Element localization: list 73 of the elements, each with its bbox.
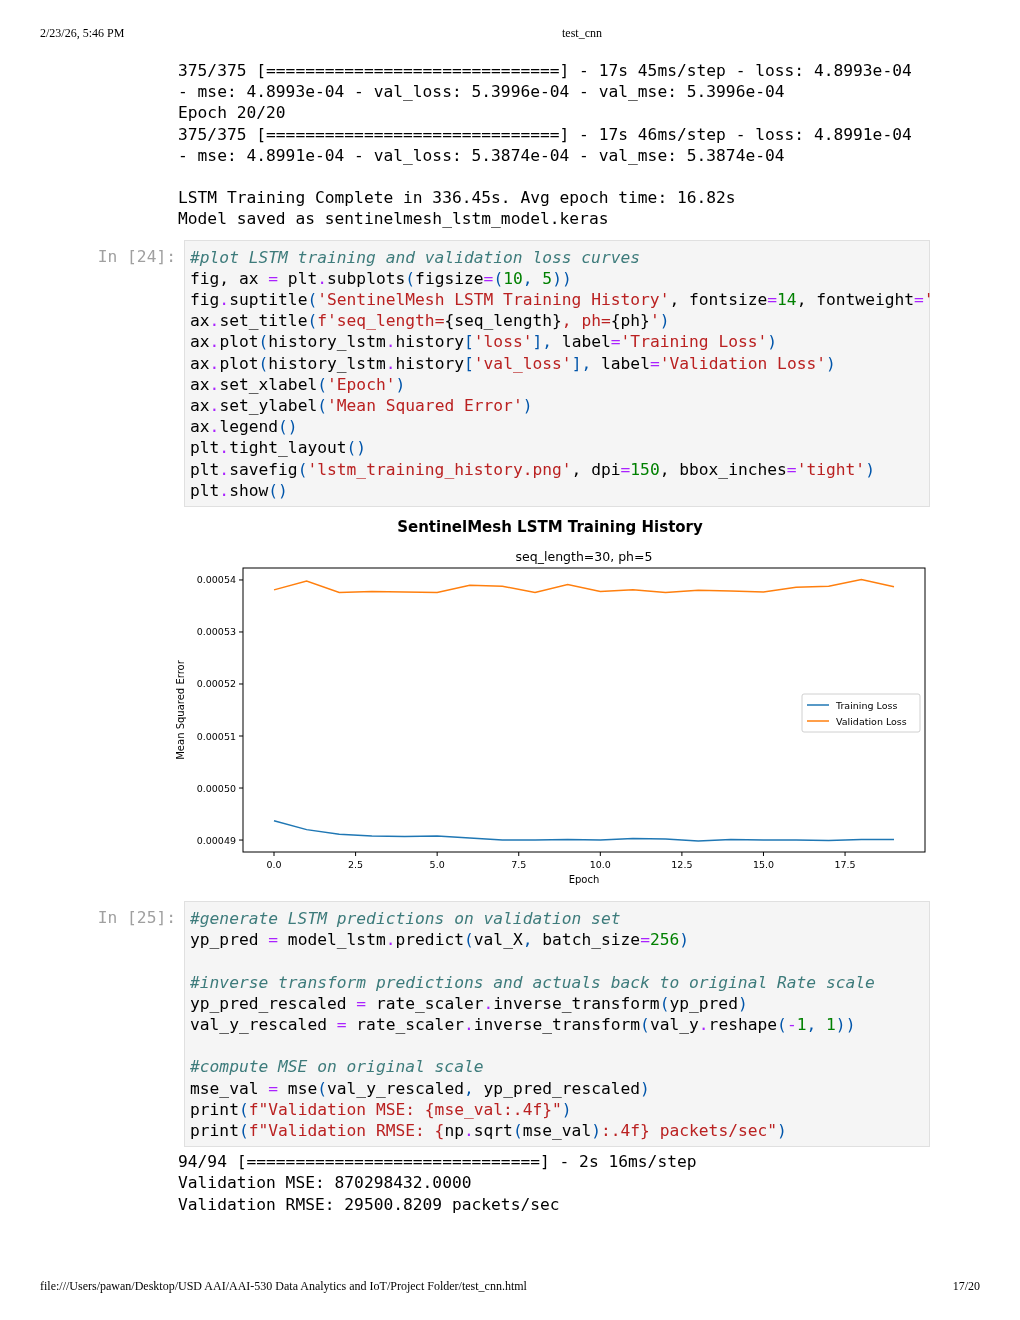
code-line: fig.suptitle('SentinelMesh LSTM Training History', fontsize=14, fontweight=' <box>190 289 934 311</box>
page-title: test_cnn <box>562 26 602 42</box>
output-line: - mse: 4.8991e-04 - val_loss: 5.3874e-04 - val_mse: 5.3874e-04 <box>178 144 785 166</box>
code-line: mse_val = mse(val_y_rescaled, yp_pred_rescaled) <box>190 1077 650 1099</box>
code-line: print(f"Validation MSE: {mse_val:.4f}") <box>190 1098 572 1121</box>
output-line: LSTM Training Complete in 336.45s. Avg epoch time: 16.82s <box>178 187 736 209</box>
code-line: #plot LSTM training and validation loss curves <box>190 246 641 268</box>
tick-label: 0.00050 <box>196 782 236 794</box>
code-line: yp_pred_rescaled = rate_scaler.inverse_transform(yp_pred) <box>190 992 748 1015</box>
output-line: Validation MSE: 870298432.0000 <box>178 1172 472 1194</box>
tick-label: 0.00053 <box>196 626 236 638</box>
tick-label: 5.0 <box>429 859 445 871</box>
code-line: ax.legend() <box>190 416 298 438</box>
output-line: Model saved as sentinelmesh_lstm_model.keras <box>178 208 609 230</box>
tick-mark <box>238 579 244 581</box>
tick-label: 0.00054 <box>196 574 236 586</box>
code-line: plt.show() <box>190 479 288 502</box>
tick-mark <box>844 851 846 857</box>
tick-label: 10.0 <box>589 859 611 871</box>
cell-prompt: In [25]: <box>97 907 176 929</box>
legend-label: Validation Loss <box>836 715 907 727</box>
tick-mark <box>238 683 244 685</box>
axis-label: Mean Squared Error <box>175 660 186 760</box>
tick-mark <box>238 735 244 737</box>
tick-mark <box>238 839 244 841</box>
tick-label: 0.00052 <box>196 678 236 690</box>
tick-mark <box>238 631 244 633</box>
tick-label: 12.5 <box>671 859 693 871</box>
legend-label: Training Loss <box>836 699 898 711</box>
code-line: ax.set_xlabel('Epoch') <box>190 373 406 396</box>
code-line: yp_pred = model_lstm.predict(val_X, batch_size=256) <box>190 929 690 951</box>
tick-label: 15.0 <box>752 859 775 871</box>
code-cell[interactable] <box>184 901 930 1148</box>
code-line: #compute MSE on original scale <box>190 1056 484 1078</box>
code-line: fig, ax = plt.subplots(figsize=(10, 5)) <box>190 267 572 289</box>
tick-label: 0.00049 <box>196 834 236 846</box>
print-date: 2/23/26, 5:46 PM <box>40 26 125 42</box>
tick-mark <box>762 851 764 857</box>
tick-label: 7.5 <box>511 859 527 871</box>
tick-mark <box>599 851 601 857</box>
code-line: plt.tight_layout() <box>190 437 367 459</box>
code-line: #generate LSTM predictions on validation set <box>190 908 621 930</box>
output-line: 375/375 [==============================] - 17s 46ms/step - loss: 4.8991e-04 <box>178 123 912 145</box>
output-line: Validation RMSE: 29500.8209 packets/sec <box>178 1193 560 1215</box>
axes-title: seq_length=30, ph=5 <box>515 549 653 565</box>
output-line: - mse: 4.8993e-04 - val_loss: 5.3996e-04 - val_mse: 5.3996e-04 <box>178 81 785 103</box>
code-line: ax.plot(history_lstm.history['loss'], label='Training Loss') <box>190 331 778 353</box>
tick-mark <box>681 851 683 857</box>
tick-mark <box>518 851 520 857</box>
tick-label: 0.00051 <box>196 730 236 742</box>
axis-label: Epoch <box>568 874 600 886</box>
tick-label: 0.0 <box>266 859 282 871</box>
code-line: #inverse transform predictions and actuals back to original Rate scale <box>190 971 875 993</box>
output-line: Epoch 20/20 <box>178 102 286 124</box>
output-line: 375/375 [==============================] - 17s 45ms/step - loss: 4.8993e-04 <box>178 60 912 82</box>
code-line: ax.set_title(f'seq_length={seq_length}, ph={ph}') <box>190 310 670 332</box>
file-path: file:///Users/pawan/Desktop/USD AAI/AAI-530 Data Analytics and IoT/Project Folder/test_cnn.html <box>40 1279 527 1294</box>
chart-title: SentinelMesh LSTM Training History <box>397 518 703 537</box>
tick-label: 17.5 <box>834 859 856 871</box>
tick-mark <box>238 787 244 789</box>
code-line: ax.set_ylabel('Mean Squared Error') <box>190 395 533 417</box>
code-line: plt.savefig('lstm_training_history.png', dpi=150, bbox_inches='tight') <box>190 458 875 480</box>
cell-prompt: In [24]: <box>97 245 176 267</box>
tick-mark <box>273 851 275 857</box>
tick-mark <box>436 851 438 857</box>
code-line: print(f"Validation RMSE: {np.sqrt(mse_val):.4f} packets/sec") <box>190 1120 787 1142</box>
output-line: 94/94 [==============================] - 2s 16ms/step <box>178 1151 697 1173</box>
code-line: ax.plot(history_lstm.history['val_loss'], label='Validation Loss') <box>190 352 836 374</box>
code-line: val_y_rescaled = rate_scaler.inverse_transform(val_y.reshape(-1, 1)) <box>190 1014 856 1036</box>
tick-mark <box>355 851 357 857</box>
page-number: 17/20 <box>952 1279 980 1294</box>
tick-label: 2.5 <box>348 859 364 871</box>
code-cell[interactable] <box>184 239 930 508</box>
